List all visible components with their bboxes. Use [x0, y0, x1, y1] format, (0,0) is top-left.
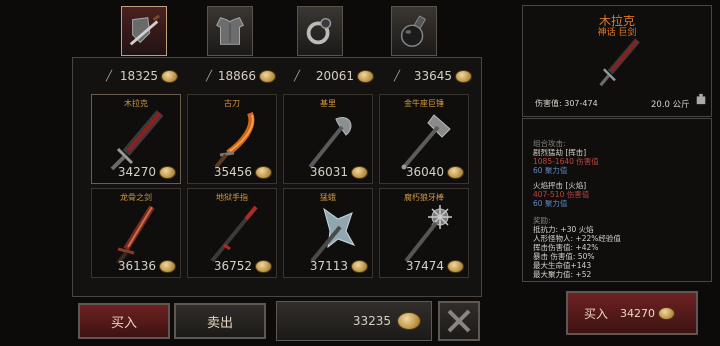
coin-icon — [161, 69, 178, 83]
tab-weapons[interactable] — [121, 6, 167, 56]
dagger-icon: ╱ — [394, 70, 401, 82]
item-price: 35456 — [214, 165, 272, 179]
shield-sword-icon — [129, 14, 160, 46]
close-icon — [447, 309, 471, 333]
bonus-line: 挥击伤害值: +42% — [533, 243, 599, 252]
item-slot[interactable]: 木拉克 34270 — [91, 94, 181, 184]
coin-icon — [259, 69, 276, 83]
stat-line: 407-510 伤害值 — [533, 190, 590, 199]
coin-icon — [159, 259, 176, 273]
item-slot[interactable]: 地狱手指 36752 — [187, 188, 277, 278]
bonus-line: 抵抗力: +30 火焰 — [533, 225, 594, 234]
item-detail-panel: 木拉克 神话 巨剑 伤害值: 307-474 20.0 公斤 — [522, 5, 712, 117]
item-name: 腐朽狼牙棒 — [404, 193, 444, 202]
coin-icon — [255, 165, 272, 179]
dagger-icon: ╱ — [106, 70, 113, 82]
sell-label: 卖出 — [206, 315, 233, 331]
dagger-icon: ╱ — [294, 70, 301, 82]
item-name: 金牛座巨锤 — [404, 99, 444, 108]
item-name: 基里 — [320, 99, 336, 108]
price-value: 20061 — [315, 69, 354, 83]
item-price: 36752 — [214, 259, 272, 273]
buy-button[interactable]: 买入 — [78, 303, 170, 339]
combo-title: 组合攻击: — [533, 139, 566, 148]
dagger-icon: ╱ — [206, 70, 213, 82]
spear-icon — [210, 205, 258, 263]
weight-icon — [696, 93, 706, 105]
gold-total: 33235 — [352, 314, 391, 328]
coin-icon — [255, 259, 272, 273]
tab-accessories[interactable] — [297, 6, 343, 56]
curved-sword-icon — [214, 111, 255, 169]
price-value: 18325 — [119, 69, 158, 83]
spiked-mace-icon — [404, 205, 452, 263]
halberd-icon — [308, 117, 352, 169]
item-slot[interactable]: 古刀 35456 — [187, 94, 277, 184]
gold-display: 33235 — [276, 301, 432, 341]
greatsword-icon — [110, 110, 164, 171]
detail-buy-label: 买入 — [584, 306, 609, 321]
item-slot[interactable]: 金牛座巨锤 36040 — [379, 94, 469, 184]
price-row: ╱ 18325 ╱ 18866 ╱ 20061 ╱ 33645 — [88, 67, 473, 85]
stat-line: 60 聚力值 — [533, 199, 568, 208]
item-name: 猛蛾 — [320, 193, 336, 202]
potion-icon — [400, 15, 427, 47]
price-cell: ╱ 18866 — [186, 69, 276, 83]
item-price: 37113 — [310, 259, 368, 273]
detail-buy-price: 34270 — [620, 306, 656, 320]
item-price: 34270 — [118, 165, 176, 179]
selected-weapon-icon — [599, 38, 640, 87]
gold-coins-icon — [397, 312, 421, 330]
bonus-title: 奖励: — [533, 216, 551, 225]
item-price: 37474 — [406, 259, 464, 273]
coin-icon — [447, 165, 464, 179]
tab-armor[interactable] — [207, 6, 253, 56]
stat-line: 60 聚力值 — [533, 166, 568, 175]
price-value: 33645 — [413, 69, 452, 83]
item-slot[interactable]: 腐朽狼牙棒 37474 — [379, 188, 469, 278]
item-slot[interactable]: 猛蛾 37113 — [283, 188, 373, 278]
item-slot[interactable]: 基里 36031 — [283, 94, 373, 184]
close-button[interactable] — [438, 301, 480, 341]
buy-label: 买入 — [110, 315, 137, 331]
coin-icon — [351, 165, 368, 179]
bonus-line: 暴击 伤害值: 50% — [533, 252, 595, 261]
stat-line: 火焰抨击 [火焰] — [533, 181, 587, 190]
ring-icon — [306, 17, 332, 45]
item-slot[interactable]: 龙骨之剑 36136 — [91, 188, 181, 278]
coin-icon — [455, 69, 472, 83]
coin-icon — [357, 69, 374, 83]
damage-value: 伤害值: 307-474 — [535, 99, 598, 108]
item-price: 36136 — [118, 259, 176, 273]
item-price: 36040 — [406, 165, 464, 179]
item-price: 36031 — [310, 165, 368, 179]
tab-potions[interactable] — [391, 6, 437, 56]
item-name: 龙骨之剑 — [120, 193, 152, 202]
shop-panel: ╱ 18325 ╱ 18866 ╱ 20061 ╱ 33645 木拉克 3427… — [72, 57, 482, 297]
item-name: 古刀 — [224, 99, 240, 108]
price-cell: ╱ 18325 — [88, 69, 178, 83]
item-stats-panel: 组合攻击: 剧烈猛劫 [挥击] 1085-1640 伤害值 60 聚力值 火焰抨… — [522, 118, 712, 282]
warhammer-icon — [401, 114, 451, 170]
weight-value: 20.0 公斤 — [651, 100, 690, 110]
battleaxe-icon — [310, 207, 356, 263]
bonus-line: 人形怪物人: +22%经验值 — [533, 234, 621, 243]
stat-line: 剧烈猛劫 [挥击] — [533, 148, 587, 157]
price-value: 18866 — [217, 69, 256, 83]
armor-icon — [216, 17, 244, 45]
bonus-line: 最大聚力值: +52 — [533, 270, 592, 279]
item-name: 地狱手指 — [216, 193, 248, 202]
coin-icon — [159, 165, 176, 179]
coin-icon — [447, 259, 464, 273]
stat-line: 1085-1640 伤害值 — [533, 157, 599, 166]
coin-icon — [351, 259, 368, 273]
detail-buy-button[interactable]: 买入 34270 — [566, 291, 698, 335]
bonus-line: 最大生命值+143 — [533, 261, 592, 270]
price-cell: ╱ 33645 — [380, 69, 472, 83]
bone-sword-icon — [116, 205, 155, 265]
price-cell: ╱ 20061 — [284, 69, 374, 83]
sell-button[interactable]: 卖出 — [174, 303, 266, 339]
item-name: 木拉克 — [124, 99, 148, 108]
coin-icon — [658, 306, 676, 320]
